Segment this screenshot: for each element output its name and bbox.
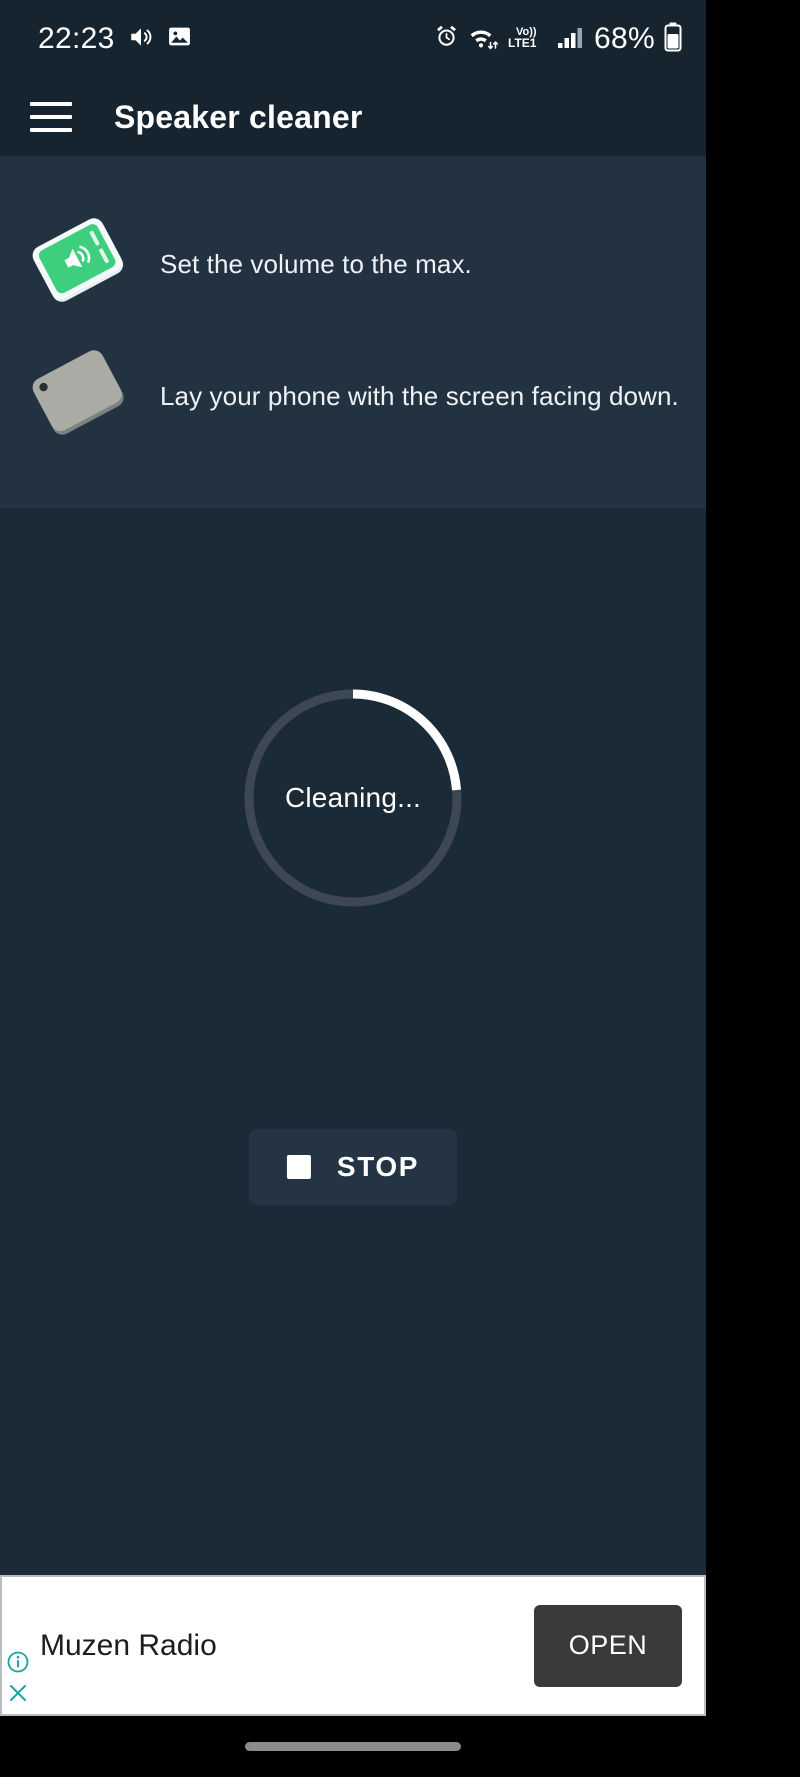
stop-button-label: STOP (336, 1151, 420, 1182)
image-icon (167, 24, 192, 54)
instruction-row: Lay your phone with the screen facing do… (0, 330, 706, 462)
ad-info-icon[interactable] (6, 1650, 30, 1679)
wifi-icon (469, 24, 499, 55)
app-bar: Speaker cleaner (0, 78, 706, 156)
status-time: 22:23 (38, 22, 115, 55)
instruction-text: Lay your phone with the screen facing do… (160, 380, 679, 411)
status-bar: 22:23 Vo)) LTE1 68% (0, 0, 706, 78)
volte-lte-icon: Vo)) LTE1 (508, 23, 548, 56)
hamburger-menu-icon[interactable] (30, 102, 72, 132)
volume-icon (128, 24, 154, 55)
instructions-panel: Set the volume to the max. Lay your phon… (0, 156, 706, 508)
ad-banner[interactable]: Muzen Radio OPEN (0, 1575, 706, 1716)
page-title: Speaker cleaner (114, 98, 363, 135)
status-bar-right: Vo)) LTE1 68% (433, 22, 682, 57)
main-content: Cleaning... STOP (0, 508, 706, 1575)
alarm-icon (433, 23, 460, 55)
ad-open-button[interactable]: OPEN (534, 1604, 682, 1687)
status-bar-left: 22:23 (38, 22, 192, 56)
stop-button[interactable]: STOP (248, 1129, 458, 1205)
phone-face-down-icon (0, 348, 160, 444)
system-navigation-bar (0, 1716, 706, 1777)
svg-text:LTE1: LTE1 (508, 36, 537, 50)
signal-bars-icon (557, 24, 585, 55)
cleaning-progress-indicator: Cleaning... (241, 686, 465, 910)
phone-volume-max-icon (0, 216, 160, 312)
instruction-row: Set the volume to the max. (0, 198, 706, 330)
battery-icon (664, 22, 682, 57)
home-gesture-pill[interactable] (245, 1742, 461, 1751)
ad-title: Muzen Radio (40, 1628, 217, 1662)
app-screen: 22:23 Vo)) LTE1 68% Speaker cleaner Set … (0, 0, 706, 1777)
battery-percent-label: 68% (594, 22, 655, 55)
stop-square-icon (286, 1155, 311, 1179)
ad-badges (6, 1650, 30, 1710)
ad-close-icon[interactable] (6, 1681, 30, 1710)
progress-status-text: Cleaning... (284, 782, 422, 813)
instruction-text: Set the volume to the max. (160, 248, 472, 279)
